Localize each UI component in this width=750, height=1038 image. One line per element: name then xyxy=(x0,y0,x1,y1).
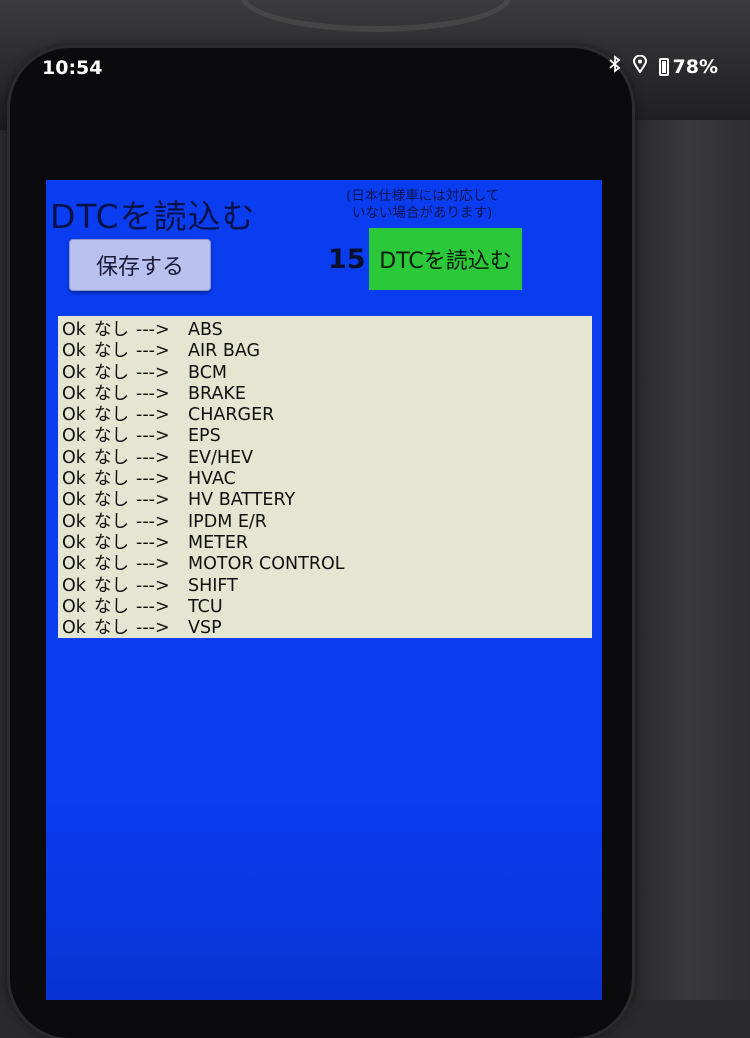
result-code: なし xyxy=(94,618,129,639)
result-status: Ok xyxy=(62,596,86,617)
result-arrow: ---> xyxy=(136,341,170,362)
dtc-count: 15 xyxy=(328,244,366,275)
result-module: IPDM E/R xyxy=(188,511,267,532)
result-row: Ok なし ---> ABS xyxy=(62,320,592,341)
status-time: 10:54 xyxy=(42,57,103,79)
result-module: ABS xyxy=(188,320,223,340)
battery-indicator: 78% xyxy=(658,55,718,78)
page-title: DTCを読込む xyxy=(50,197,256,236)
result-code: なし xyxy=(94,511,129,532)
result-status: Ok xyxy=(62,618,86,639)
result-status: Ok xyxy=(62,490,86,511)
result-code: なし xyxy=(94,469,129,490)
battery-percent: 78% xyxy=(672,55,718,78)
result-code: なし xyxy=(94,383,129,404)
status-icons: 78% xyxy=(608,54,718,78)
result-status: Ok xyxy=(62,469,86,490)
result-module: SHIFT xyxy=(188,575,238,596)
battery-icon xyxy=(658,57,669,76)
result-status: Ok xyxy=(62,554,86,575)
result-row: Ok なし ---> TCU xyxy=(62,597,592,618)
result-row: Ok なし ---> IPDM E/R xyxy=(62,512,592,533)
bluetooth-icon xyxy=(608,55,621,78)
result-code: なし xyxy=(94,575,129,596)
result-row: Ok なし ---> BRAKE xyxy=(62,384,592,405)
result-code: なし xyxy=(94,362,129,383)
result-arrow: ---> xyxy=(136,320,170,340)
result-code: なし xyxy=(94,426,129,447)
result-code: なし xyxy=(94,490,129,511)
result-module: TCU xyxy=(188,596,223,617)
result-row: Ok なし ---> CHARGER xyxy=(62,405,592,426)
app-screen: DTCを読込む (日本仕様車には対応して いない場合があります) 保存する 15… xyxy=(46,180,602,1000)
result-arrow: ---> xyxy=(136,596,170,617)
result-status: Ok xyxy=(62,383,86,404)
result-row: Ok なし ---> EV/HEV xyxy=(62,448,592,469)
save-button[interactable]: 保存する xyxy=(69,239,211,291)
result-row: Ok なし ---> HVAC xyxy=(62,469,592,490)
result-code: なし xyxy=(94,405,129,426)
note-line-1: (日本仕様車には対応して xyxy=(346,188,500,204)
result-row: Ok なし ---> BCM xyxy=(62,363,592,384)
result-status: Ok xyxy=(62,426,86,447)
result-module: AIR BAG xyxy=(188,341,261,362)
result-module: CHARGER xyxy=(188,405,275,426)
compatibility-note: (日本仕様車には対応して いない場合があります) xyxy=(346,188,546,222)
result-module: MOTOR CONTROL xyxy=(188,554,345,575)
result-code: なし xyxy=(94,447,129,468)
note-line-2: いない場合があります) xyxy=(352,205,493,221)
result-code: なし xyxy=(94,554,129,575)
result-row: Ok なし ---> EPS xyxy=(62,426,592,447)
result-arrow: ---> xyxy=(136,618,170,639)
result-code: なし xyxy=(94,341,129,362)
result-arrow: ---> xyxy=(136,405,170,426)
result-arrow: ---> xyxy=(136,532,170,553)
result-arrow: ---> xyxy=(136,575,170,596)
result-arrow: ---> xyxy=(136,511,170,532)
location-icon xyxy=(632,54,647,78)
result-arrow: ---> xyxy=(136,490,170,511)
dtc-results-list: Ok なし ---> ABS Ok なし ---> AIR BAG Ok なし ---> BCM Ok な… xyxy=(58,316,592,638)
result-module: METER xyxy=(188,532,249,553)
result-arrow: ---> xyxy=(136,383,170,404)
result-code: なし xyxy=(94,596,129,617)
result-row: Ok なし ---> VSP xyxy=(62,618,592,639)
result-module: EV/HEV xyxy=(188,447,254,468)
read-dtc-button[interactable]: DTCを読込む xyxy=(369,228,522,290)
result-status: Ok xyxy=(62,320,86,340)
result-status: Ok xyxy=(62,511,86,532)
result-status: Ok xyxy=(62,575,86,596)
result-row: Ok なし ---> SHIFT xyxy=(62,576,592,597)
result-code: なし xyxy=(94,532,129,553)
result-status: Ok xyxy=(62,405,86,426)
result-arrow: ---> xyxy=(136,469,170,490)
result-module: BCM xyxy=(188,362,228,383)
result-status: Ok xyxy=(62,362,86,383)
result-row: Ok なし ---> HV BATTERY xyxy=(62,490,592,511)
result-status: Ok xyxy=(62,532,86,553)
result-module: VSP xyxy=(188,618,222,639)
result-status: Ok xyxy=(62,447,86,468)
result-row: Ok なし ---> MOTOR CONTROL xyxy=(62,554,592,575)
result-arrow: ---> xyxy=(136,447,170,468)
result-code: なし xyxy=(94,320,129,340)
result-row: Ok なし ---> AIR BAG xyxy=(62,341,592,362)
result-module: BRAKE xyxy=(188,383,246,404)
result-module: HVAC xyxy=(188,469,236,490)
result-arrow: ---> xyxy=(136,362,170,383)
result-arrow: ---> xyxy=(136,554,170,575)
screen-shade xyxy=(46,800,602,1000)
result-module: EPS xyxy=(188,426,221,447)
result-status: Ok xyxy=(62,341,86,362)
result-module: HV BATTERY xyxy=(188,490,296,511)
result-arrow: ---> xyxy=(136,426,170,447)
result-row: Ok なし ---> METER xyxy=(62,533,592,554)
